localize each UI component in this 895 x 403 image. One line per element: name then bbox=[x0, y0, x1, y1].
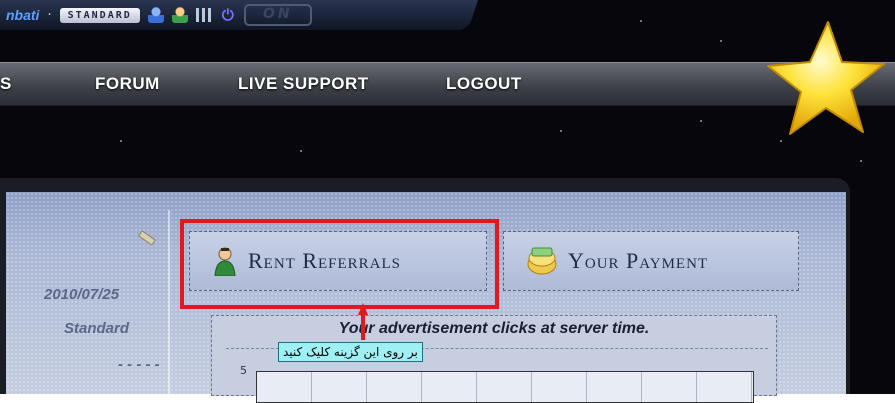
star-icon bbox=[767, 21, 885, 135]
chart-plot-area bbox=[256, 371, 754, 403]
status-bar-content: nbati · STANDARD ⏻ ON bbox=[0, 0, 312, 30]
username-label[interactable]: nbati bbox=[6, 7, 39, 23]
account-date: 2010/07/25 bbox=[44, 286, 120, 303]
main-nav: S FORUM LIVE SUPPORT LOGOUT bbox=[0, 62, 895, 106]
chart-title: Your advertisement clicks at server time… bbox=[338, 320, 650, 337]
account-dashes: - - - - - bbox=[118, 356, 160, 373]
account-membership: Standard bbox=[64, 320, 130, 337]
annotation-arrow-stem bbox=[361, 314, 365, 340]
nav-item-forum[interactable]: FORUM bbox=[95, 63, 160, 105]
nav-item-partial[interactable]: S bbox=[0, 63, 12, 105]
membership-badge: STANDARD bbox=[59, 7, 140, 23]
your-payment-button[interactable]: Your Payment bbox=[503, 231, 799, 291]
highlight-box bbox=[180, 219, 499, 309]
your-payment-label: Your Payment bbox=[568, 248, 709, 273]
annotation-label: بر روی این گزینه کلیک کنید bbox=[278, 342, 423, 362]
edit-icon[interactable] bbox=[136, 230, 158, 246]
stats-icon[interactable] bbox=[195, 8, 212, 22]
user-green-icon[interactable] bbox=[171, 7, 188, 23]
user-blue-icon[interactable] bbox=[147, 7, 164, 23]
online-status-indicator: ON bbox=[243, 4, 312, 26]
y-tick-label: 5 bbox=[240, 364, 247, 377]
nav-item-logout[interactable]: LOGOUT bbox=[446, 63, 522, 105]
payment-icon bbox=[527, 247, 557, 275]
nav-item-live-support[interactable]: LIVE SUPPORT bbox=[238, 63, 369, 105]
power-icon[interactable]: ⏻ bbox=[220, 7, 236, 23]
separator-dot: · bbox=[47, 7, 52, 23]
panel-divider bbox=[168, 210, 170, 394]
